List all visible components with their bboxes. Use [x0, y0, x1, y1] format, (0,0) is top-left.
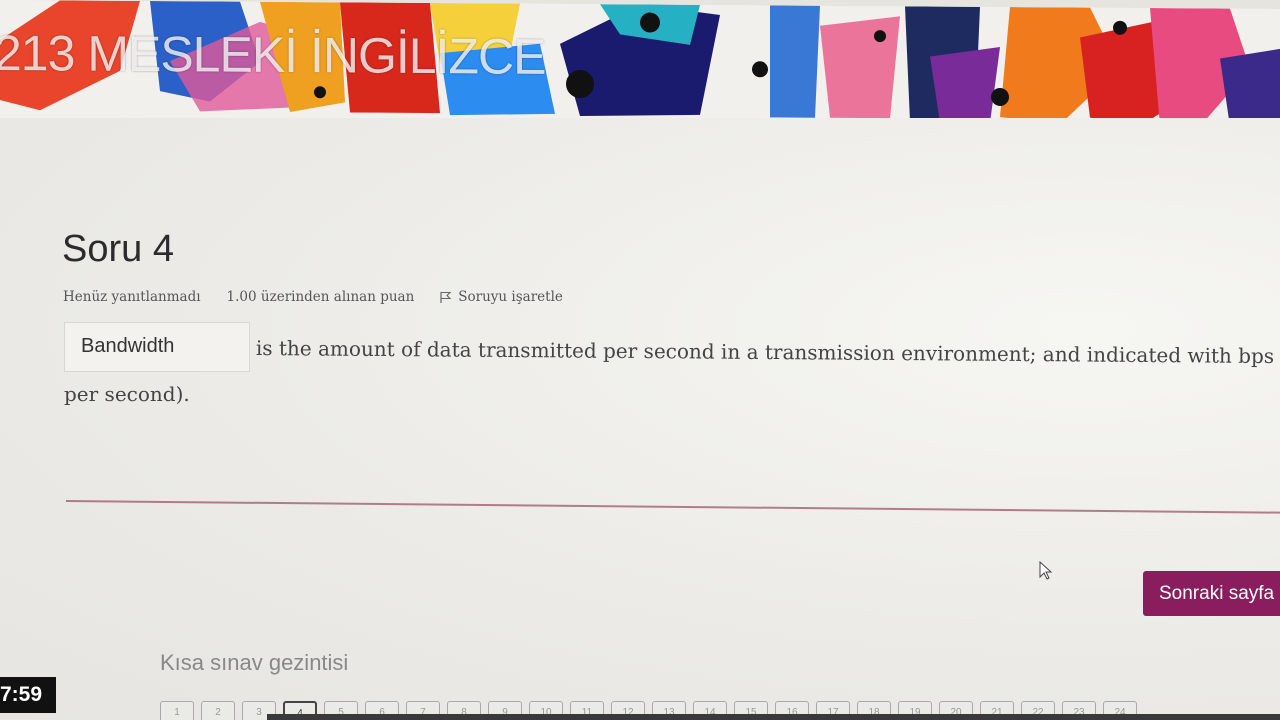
quiz-nav-button[interactable]: 1 [160, 701, 194, 720]
flag-icon [440, 291, 452, 303]
next-page-button[interactable]: Sonraki sayfa [1143, 571, 1280, 616]
main-content [0, 118, 1280, 720]
video-timer: 7:59 [0, 677, 56, 713]
flag-question-link[interactable]: Soruyu işaretle [440, 289, 563, 305]
bottom-bar [267, 714, 1280, 720]
question-title: Soru 4 [62, 228, 174, 270]
quiz-navigation-title: Kısa sınav gezintisi [160, 650, 349, 675]
course-title: 213 MESLEKİ İNGİLİZCE [0, 24, 546, 85]
question-text-line2: per second). [64, 382, 190, 406]
question-status: Henüz yanıtlanmadı [63, 289, 201, 305]
flag-question-label: Soruyu işaretle [458, 289, 563, 305]
course-banner: 213 MESLEKİ İNGİLİZCE [0, 0, 1280, 127]
question-info: Henüz yanıtlanmadı 1.00 üzerinden alınan… [63, 289, 563, 305]
quiz-nav-button[interactable]: 2 [201, 701, 235, 720]
answer-input[interactable]: Bandwidth [64, 322, 250, 372]
question-points: 1.00 üzerinden alınan puan [226, 289, 415, 305]
mouse-cursor-icon [1039, 561, 1053, 580]
